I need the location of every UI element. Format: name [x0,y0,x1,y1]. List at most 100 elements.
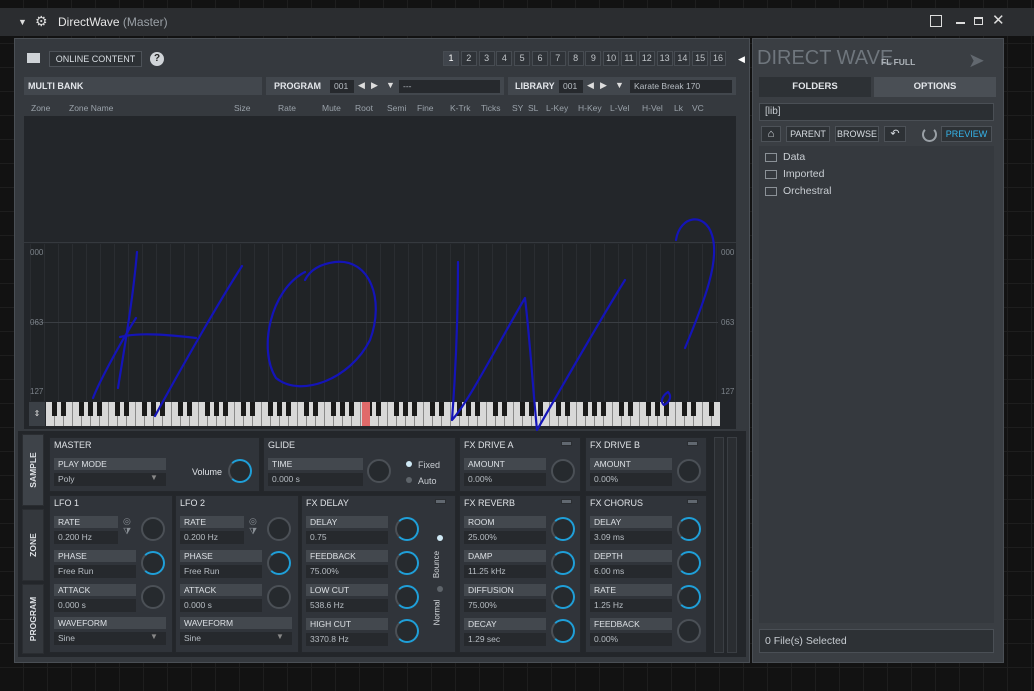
page-tab-6[interactable]: 6 [532,51,548,66]
low-cut-knob[interactable] [395,585,419,609]
tab-sample[interactable]: SAMPLE [22,434,44,506]
folder-item-data[interactable]: Data [765,151,805,163]
black-key[interactable] [601,402,606,416]
page-tab-16[interactable]: 16 [710,51,726,66]
page-tab-11[interactable]: 11 [621,51,637,66]
close-icon[interactable]: ✕ [992,11,1005,29]
black-key[interactable] [124,402,129,416]
preview-button[interactable]: PREVIEW [941,126,992,142]
decay-knob[interactable] [551,619,575,643]
fixed-radio[interactable] [406,461,412,467]
black-key[interactable] [430,402,435,416]
black-key[interactable] [457,402,462,416]
fx-drive-a-led[interactable] [561,441,572,446]
grid-menu-icon[interactable] [930,15,942,27]
black-key[interactable] [277,402,282,416]
library-name[interactable]: Karate Break 170 [630,80,732,93]
lfo2-sync-icon[interactable]: ◎ ⧩ [249,516,257,536]
minimize-icon[interactable] [956,22,965,24]
column-header-root[interactable]: Root [355,103,373,113]
black-key[interactable] [160,402,165,416]
chorus-delay-value[interactable]: 3.09 ms [590,531,672,544]
program-number[interactable]: 001 [330,80,354,93]
folder-item-orchestral[interactable]: Orchestral [765,185,831,197]
column-header-semi[interactable]: Semi [387,103,406,113]
column-header-vc[interactable]: VC [692,103,704,113]
page-tab-3[interactable]: 3 [478,51,495,66]
black-key[interactable] [691,402,696,416]
black-key[interactable] [412,402,417,416]
column-header-k-trk[interactable]: K-Trk [450,103,470,113]
gear-icon[interactable]: ⚙ [35,14,48,28]
bounce-radio[interactable] [437,535,443,541]
lfo1-phase[interactable]: Free Run [54,565,136,578]
black-key[interactable] [493,402,498,416]
low-cut-value[interactable]: 538.6 Hz [306,599,388,612]
fx-drive-b-led[interactable] [687,441,698,446]
undo-icon[interactable]: ↶ [884,126,906,142]
lfo1-attack[interactable]: 0.000 s [54,599,136,612]
room-value[interactable]: 25.00% [464,531,546,544]
black-key[interactable] [52,402,57,416]
page-tab-12[interactable]: 12 [638,51,655,66]
delay-feedback-knob[interactable] [395,551,419,575]
volume-knob[interactable] [228,459,252,483]
chorus-feedback-value[interactable]: 0.00% [590,633,672,646]
black-key[interactable] [628,402,633,416]
black-key[interactable] [205,402,210,416]
tab-options[interactable]: OPTIONS [874,77,996,97]
damp-knob[interactable] [551,551,575,575]
column-header-size[interactable]: Size [234,103,251,113]
page-tab-2[interactable]: 2 [460,51,477,66]
black-key[interactable] [475,402,480,416]
fx-drive-b-amount[interactable]: 0.00% [590,473,672,486]
black-key[interactable] [250,402,255,416]
program-name[interactable]: --- [399,80,500,93]
black-key[interactable] [502,402,507,416]
column-header-zone[interactable]: Zone [31,103,50,113]
black-key[interactable] [682,402,687,416]
dropdown-arrow-icon[interactable]: ▼ [18,17,27,27]
glide-time-knob[interactable] [367,459,391,483]
high-cut-value[interactable]: 3370.8 Hz [306,633,388,646]
black-key[interactable] [538,402,543,416]
lfo2-attack[interactable]: 0.000 s [180,599,262,612]
piano-keyboard[interactable] [46,402,720,426]
lfo1-rate-knob[interactable] [141,517,165,541]
column-header-sl[interactable]: SL [528,103,538,113]
library-menu-icon[interactable]: ▼ [615,80,624,90]
maximize-icon[interactable] [974,17,983,25]
column-header-ticks[interactable]: Ticks [481,103,501,113]
collapse-arrow-icon[interactable]: ◀ [738,54,745,65]
page-tab-10[interactable]: 10 [603,51,620,66]
highlighted-key[interactable] [362,402,370,426]
lfo2-phase[interactable]: Free Run [180,565,262,578]
program-menu-icon[interactable]: ▼ [386,80,395,90]
black-key[interactable] [61,402,66,416]
program-prev-icon[interactable]: ◀ [358,80,365,91]
chorus-depth-knob[interactable] [677,551,701,575]
path-field[interactable]: [lib] [759,103,994,121]
black-key[interactable] [88,402,93,416]
page-tab-1[interactable]: 1 [443,51,459,66]
black-key[interactable] [655,402,660,416]
fx-drive-b-knob[interactable] [677,459,701,483]
fx-reverb-led[interactable] [561,499,572,504]
column-header-rate[interactable]: Rate [278,103,296,113]
column-header-h-vel[interactable]: H-Vel [642,103,663,113]
column-header-zone-name[interactable]: Zone Name [69,103,113,113]
black-key[interactable] [313,402,318,416]
lfo2-rate-knob[interactable] [267,517,291,541]
page-tab-7[interactable]: 7 [549,51,566,66]
black-key[interactable] [304,402,309,416]
page-tab-4[interactable]: 4 [496,51,513,66]
folder-item-imported[interactable]: Imported [765,168,824,180]
normal-radio[interactable] [437,586,443,592]
high-cut-knob[interactable] [395,619,419,643]
black-key[interactable] [376,402,381,416]
black-key[interactable] [619,402,624,416]
black-key[interactable] [331,402,336,416]
folder-icon[interactable] [27,53,40,63]
zone-list[interactable] [24,116,736,242]
fx-delay-led[interactable] [435,499,446,504]
